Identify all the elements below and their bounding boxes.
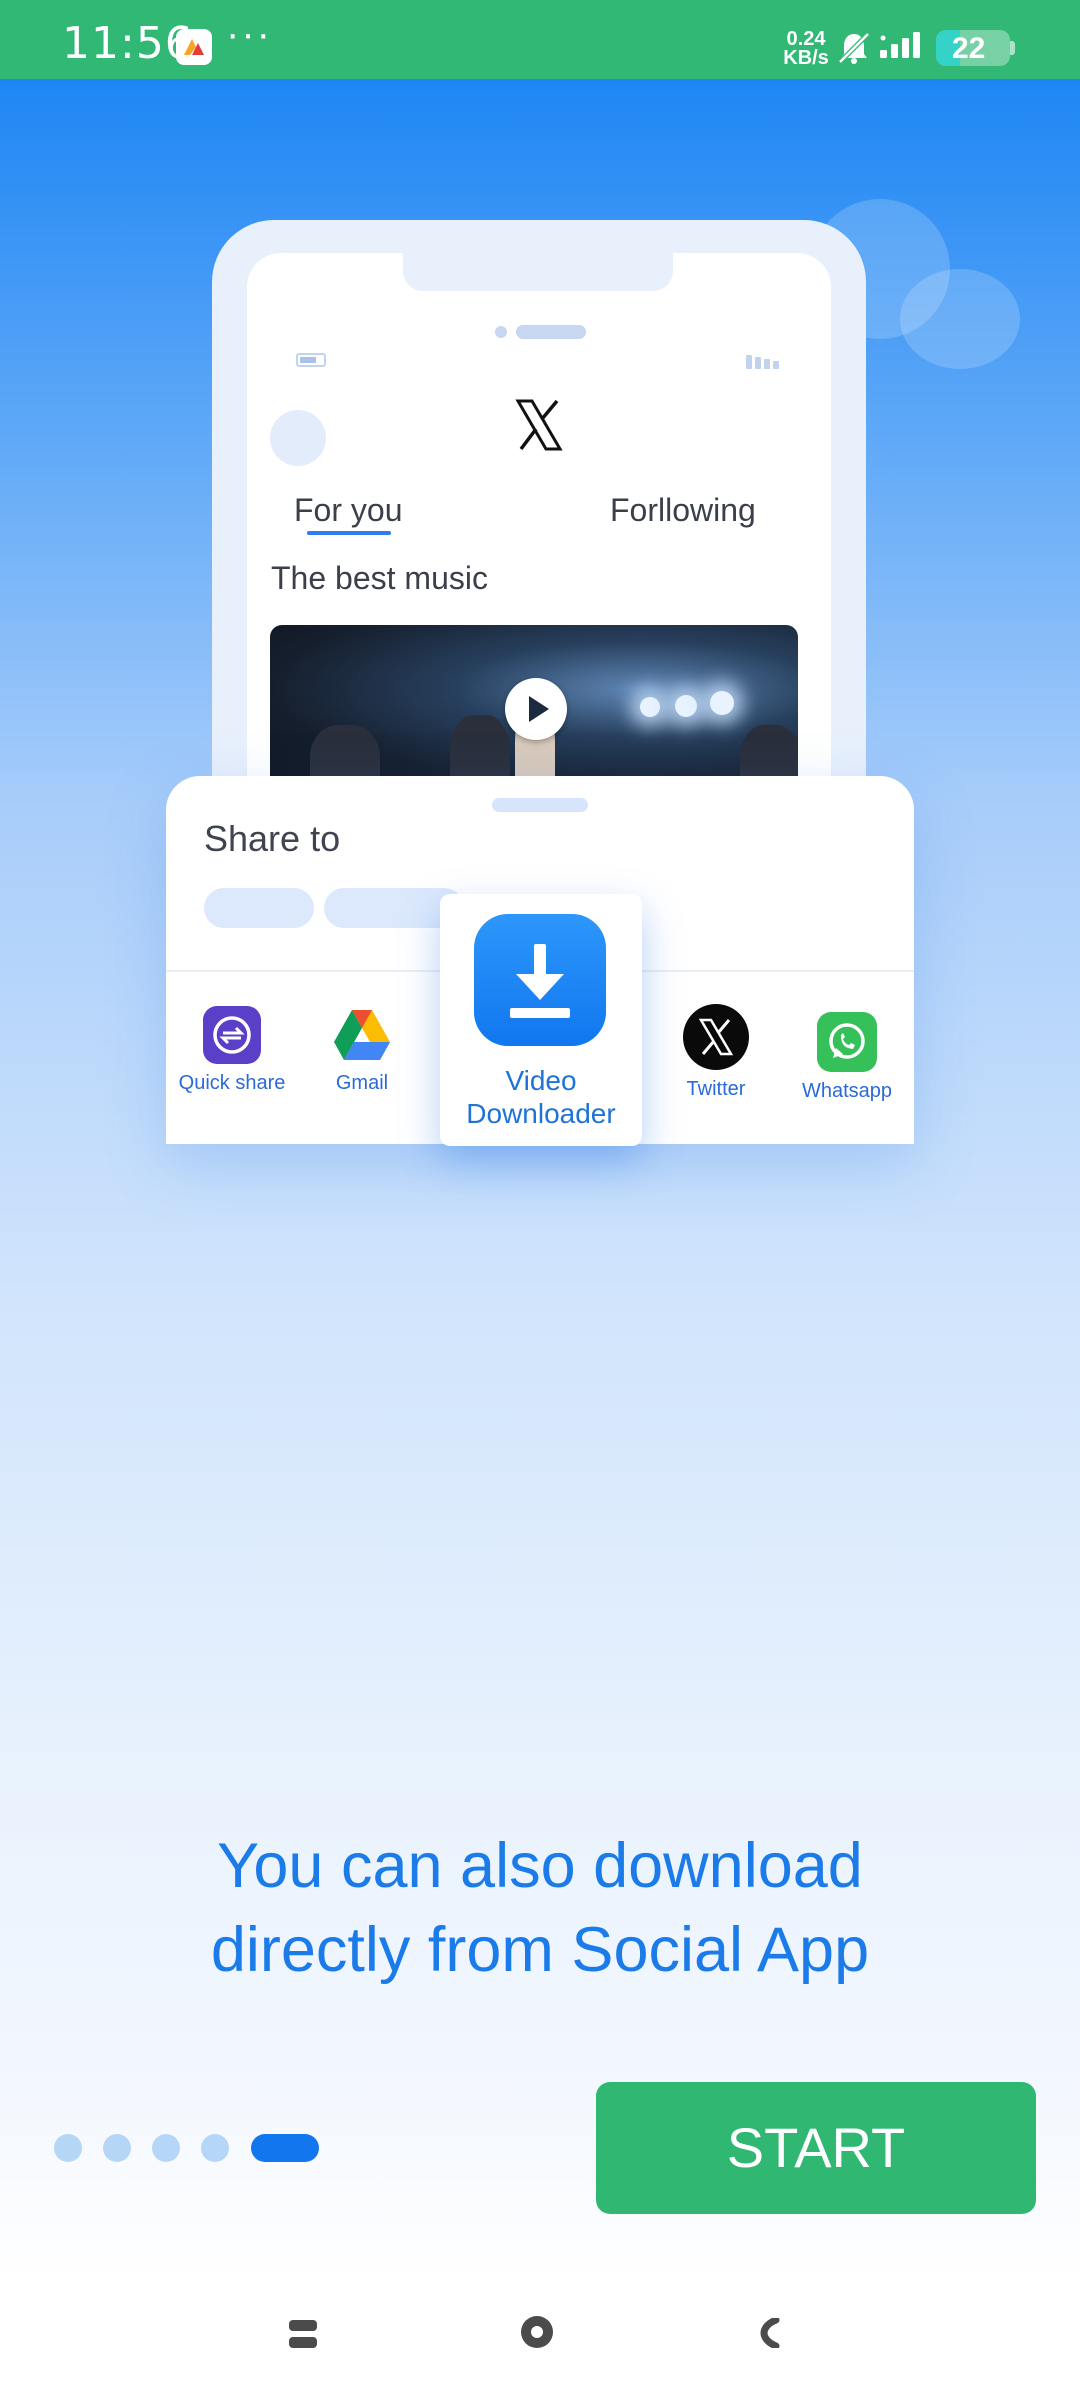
share-app-whatsapp: Whatsapp [794,1012,900,1103]
home-icon[interactable] [521,2316,553,2348]
headline-line-2: directly from Social App [210,1915,870,1985]
more-notifications-icon: ··· [226,12,272,56]
headline-line-1: You can also download [217,1831,863,1901]
onboarding-headline: You can also download directly from Soci… [90,1824,990,1992]
battery-icon: 22 [936,30,1010,66]
page-indicator-dot-4[interactable] [201,2134,229,2162]
signal-icon [880,32,926,69]
share-app-twitter: Twitter [666,1004,766,1101]
mock-battery-icon [296,353,326,367]
network-speed: 0.24 KB/s [780,29,832,69]
battery-level: 22 [952,32,986,65]
video-downloader-label: Video Downloader [466,1065,616,1129]
status-bar: 11:56 ··· 0.24 KB/s 22 [0,0,1080,79]
x-logo-icon [683,1004,749,1070]
mock-avatar [270,410,326,466]
download-icon [474,914,606,1046]
status-time: 11:56 [62,18,194,69]
share-app-label: Quick share [178,1072,286,1094]
mock-tab-for-you: For you [294,492,403,528]
page-indicator-dot-3[interactable] [152,2134,180,2162]
recent-apps-icon[interactable] [289,2320,317,2348]
phone-notch [403,253,673,291]
share-app-gmail: Gmail [316,1006,408,1095]
page-indicator-dot-2[interactable] [103,2134,131,2162]
start-button[interactable]: START [596,2082,1036,2214]
mock-tab-indicator [307,531,391,535]
app-notification-icon [176,29,212,65]
mock-signal-icon [746,355,779,369]
mock-post-title: The best music [271,560,488,596]
page-indicator-dot-1[interactable] [54,2134,82,2162]
page-indicator-dot-5-active[interactable] [251,2134,319,2162]
share-app-label: Gmail [335,1072,389,1094]
x-logo-icon [515,399,563,451]
google-drive-icon [332,1006,392,1064]
share-app-label: Whatsapp [801,1080,893,1102]
share-app-label: Twitter [686,1078,746,1100]
network-speed-unit: KB/s [783,47,829,69]
bell-muted-icon [836,30,872,71]
quick-share-icon [203,1006,261,1064]
share-sheet-handle [492,798,588,812]
play-icon [505,678,567,740]
mock-tab-following: Forllowing [610,492,756,528]
share-sheet-title: Share to [204,818,341,859]
whatsapp-icon [817,1012,877,1072]
share-app-quick-share: Quick share [176,1006,288,1095]
back-icon[interactable] [758,2318,782,2348]
